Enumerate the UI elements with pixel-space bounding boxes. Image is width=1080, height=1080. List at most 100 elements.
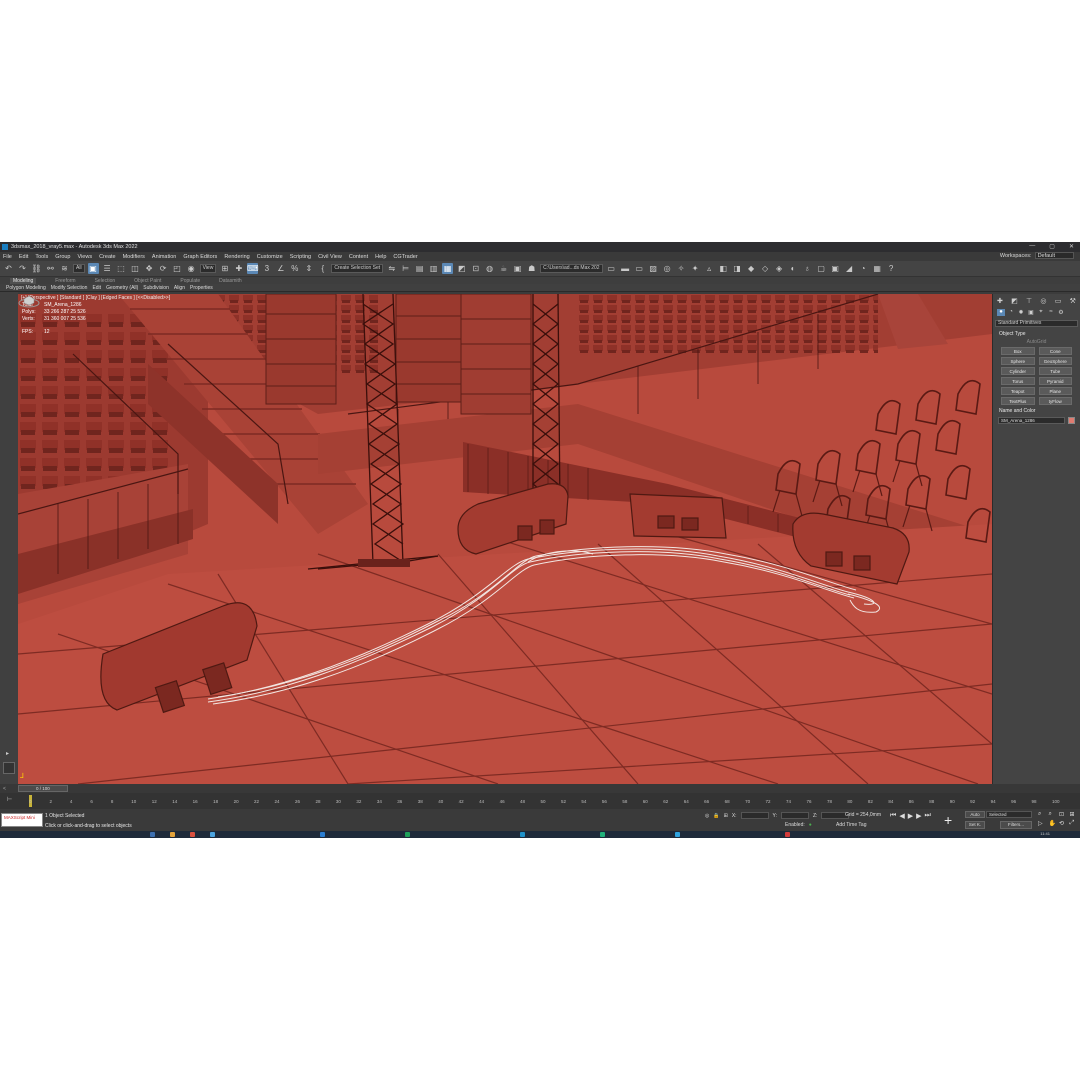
edit-named-selection-icon[interactable]: { <box>317 263 328 274</box>
scale-icon[interactable]: ◰ <box>172 263 183 274</box>
modify-tab-icon[interactable]: ◩ <box>1011 297 1018 305</box>
menu-create[interactable]: Create <box>99 254 116 260</box>
minimize-button[interactable]: — <box>1029 243 1035 250</box>
set-key-icon[interactable]: + <box>944 812 952 828</box>
render-setup-icon[interactable]: ☕ <box>498 263 509 274</box>
curve-editor-icon[interactable]: ◩ <box>456 263 467 274</box>
vray-camera-icon[interactable]: ◐ <box>788 263 799 274</box>
zoom-all-icon[interactable]: ⌕ <box>1049 811 1058 818</box>
filter-keys-icon[interactable]: ⊢ <box>7 796 12 803</box>
menu-help[interactable]: Help <box>375 254 386 260</box>
named-selection-sets-dropdown[interactable]: Create Selection Set <box>331 264 384 273</box>
window-crossing-icon[interactable]: ◫ <box>130 263 141 274</box>
auto-key-button[interactable]: Auto <box>965 811 985 818</box>
ribbon-modify-selection[interactable]: Modify Selection <box>51 285 88 291</box>
vray-scene-converter-icon[interactable]: ▣ <box>830 263 841 274</box>
move-icon[interactable]: ✥ <box>144 263 155 274</box>
play-icon[interactable]: ▶ <box>908 812 913 820</box>
vray-bulb-icon[interactable]: ♁ <box>802 263 813 274</box>
vray-sun-icon[interactable]: ✦ <box>690 263 701 274</box>
taskbar-app-icon[interactable] <box>600 832 605 837</box>
menu-graph-editors[interactable]: Graph Editors <box>183 254 217 260</box>
ribbon-edit[interactable]: Edit <box>92 285 101 291</box>
undo-icon[interactable]: ↶ <box>3 263 14 274</box>
geometry-category-icon[interactable]: ● <box>997 309 1005 316</box>
viewcube-icon[interactable] <box>18 294 40 308</box>
field-of-view-icon[interactable]: ▷ <box>1038 820 1047 827</box>
pan-icon[interactable]: ✋ <box>1049 820 1058 827</box>
torus-button[interactable]: Torus <box>1001 377 1035 385</box>
unlink-icon[interactable]: ⚯ <box>45 263 56 274</box>
ribbon-tab-object-paint[interactable]: Object Paint <box>134 278 161 284</box>
vray-fur-icon[interactable]: ◆ <box>746 263 757 274</box>
absolute-mode-icon[interactable]: ⊞ <box>724 813 728 819</box>
motion-tab-icon[interactable]: ◎ <box>1040 297 1046 305</box>
utilities-tab-icon[interactable]: ⚒ <box>1070 297 1076 305</box>
snaps-toggle-icon[interactable]: 3 <box>261 263 272 274</box>
teapot-button[interactable]: Teapot <box>1001 387 1035 395</box>
go-to-start-icon[interactable]: ⏮ <box>890 812 896 820</box>
redo-icon[interactable]: ↷ <box>17 263 28 274</box>
menu-rendering[interactable]: Rendering <box>224 254 249 260</box>
ribbon-toggle-icon[interactable]: ▦ <box>442 263 454 274</box>
taskbar-app-icon[interactable] <box>320 832 325 837</box>
toggle-scene-explorer-icon[interactable]: ▤ <box>414 263 425 274</box>
schematic-view-icon[interactable]: ⊡ <box>470 263 481 274</box>
taskbar-app-icon[interactable] <box>520 832 525 837</box>
taskbar-app-icon[interactable] <box>785 832 790 837</box>
isolate-toggle-icon[interactable]: ◎ <box>705 813 709 819</box>
project-folder-dropdown[interactable]: C:\Users\ad...ds Max 202 <box>540 264 603 273</box>
y-coordinate-field[interactable] <box>781 812 809 819</box>
menu-cgtrader[interactable]: CGTrader <box>393 254 417 260</box>
menu-views[interactable]: Views <box>78 254 93 260</box>
cylinder-button[interactable]: Cylinder <box>1001 367 1035 375</box>
taskbar-app-icon[interactable] <box>405 832 410 837</box>
menu-modifiers[interactable]: Modifiers <box>123 254 145 260</box>
key-filters-button[interactable]: Filters... <box>1000 821 1032 829</box>
angle-snap-icon[interactable]: ∠ <box>275 263 286 274</box>
workspaces-dropdown[interactable]: Default <box>1034 252 1074 259</box>
vray-proxy-icon[interactable]: ◧ <box>718 263 729 274</box>
object-color-swatch[interactable] <box>1068 417 1075 424</box>
ribbon-tab-populate[interactable]: Populate <box>180 278 200 284</box>
maxscript-listener[interactable]: MAXScript Mini <box>1 813 43 827</box>
cone-button[interactable]: Cone <box>1038 347 1072 355</box>
selection-filter-dropdown[interactable]: All <box>73 264 85 273</box>
create-tab-icon[interactable]: ✚ <box>997 297 1003 305</box>
zoom-extents-all-icon[interactable]: ⊞ <box>1070 811 1079 818</box>
archive-icon[interactable]: ▨ <box>648 263 659 274</box>
asset-tracking-icon[interactable]: ▭ <box>634 263 645 274</box>
maximize-viewport-icon[interactable]: ⤢ <box>1070 820 1079 827</box>
percent-snap-icon[interactable]: % <box>289 263 300 274</box>
rendered-frame-window-icon[interactable]: ▣ <box>512 263 523 274</box>
pivot-icon[interactable]: ⊞ <box>219 263 230 274</box>
vray-help-icon[interactable]: ? <box>886 263 897 274</box>
taskbar-app-icon[interactable] <box>675 832 680 837</box>
bind-spacewarp-icon[interactable]: ≋ <box>59 263 70 274</box>
maximize-button[interactable]: ▢ <box>1049 243 1055 250</box>
render-production-icon[interactable]: ☗ <box>526 263 537 274</box>
ribbon-tab-freeform[interactable]: Freeform <box>55 278 75 284</box>
lock-selection-icon[interactable]: 🔒 <box>713 813 719 819</box>
menu-file[interactable]: File <box>3 254 12 260</box>
textplus-button[interactable]: TextPlus <box>1001 397 1035 405</box>
place-icon[interactable]: ◉ <box>186 263 197 274</box>
set-key-button[interactable]: Set K. <box>965 821 985 829</box>
taskbar-app-icon[interactable] <box>170 832 175 837</box>
vray-lister-icon[interactable]: ◢ <box>844 263 855 274</box>
pyramid-button[interactable]: Pyramid <box>1038 377 1072 385</box>
primitive-category-dropdown[interactable]: Standard Primitives <box>995 320 1078 327</box>
geosphere-button[interactable]: GeoSphere <box>1038 357 1072 365</box>
systems-category-icon[interactable]: ⚙ <box>1057 309 1065 316</box>
taskbar-app-icon[interactable] <box>190 832 195 837</box>
next-frame-icon[interactable]: ▶ <box>916 812 921 820</box>
select-manipulate-icon[interactable]: ✚ <box>233 263 244 274</box>
tube-button[interactable]: Tube <box>1038 367 1072 375</box>
time-slider[interactable]: < 0 / 100 <box>0 784 1080 793</box>
ribbon-geometry-all[interactable]: Geometry (All) <box>106 285 138 291</box>
box-button[interactable]: Box <box>1001 347 1035 355</box>
menu-edit[interactable]: Edit <box>19 254 28 260</box>
viewport-layout-button[interactable] <box>3 762 15 774</box>
menu-civil-view[interactable]: Civil View <box>318 254 342 260</box>
spacewarps-category-icon[interactable]: ≈ <box>1047 309 1055 316</box>
